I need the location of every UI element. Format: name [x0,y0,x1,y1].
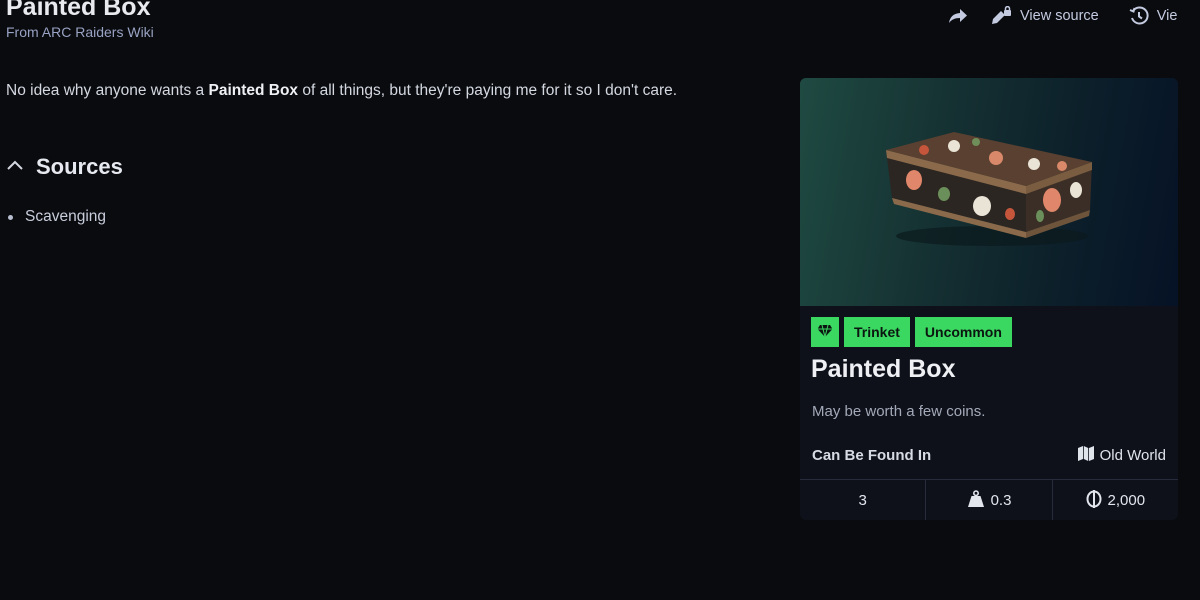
stack-size-stat: 3 [800,480,927,520]
view-source-button[interactable]: View source [990,6,1099,26]
list-item: Scavenging [8,208,106,226]
rarity-gem-tag [811,317,839,347]
found-in-label: Can Be Found In [812,447,932,464]
intro-text-before: No idea why anyone wants a [6,82,209,99]
sources-list: Scavenging [8,208,106,226]
intro-text-bold: Painted Box [208,82,299,99]
history-clock-icon [1129,6,1149,26]
history-button[interactable]: Vie [1129,6,1178,26]
map-book-icon [1077,446,1094,465]
item-infobox: Trinket Uncommon Painted Box May be wort… [800,78,1178,520]
wiki-page: Painted Box From ARC Raiders Wiki View s… [0,0,1200,600]
history-label: Vie [1156,8,1178,24]
stack-size-value: 3 [858,492,867,509]
weight-stat: 0.3 [926,480,1053,520]
infobox-description: May be worth a few coins. [812,403,986,420]
found-in-location: Old World [1099,447,1166,464]
pencil-lock-icon [990,6,1012,26]
intro-text-after: of all things, but they're paying me for… [298,82,678,99]
found-in-row: Can Be Found In Old World [812,446,1166,465]
page-subtitle: From ARC Raiders Wiki [6,24,154,40]
value-stat: 2,000 [1053,480,1178,520]
intro-paragraph: No idea why anyone wants a Painted Box o… [6,82,677,100]
painted-box-image [800,78,1178,306]
value-amount: 2,000 [1107,492,1146,509]
share-button[interactable] [948,8,968,24]
page-toolbar: View source Vie [948,4,1177,28]
rarity-tag: Uncommon [914,317,1012,347]
infobox-title: Painted Box [811,355,956,383]
item-stats: 3 0.3 2,000 [800,479,1178,520]
weight-value: 0.3 [990,492,1012,509]
bullet [8,214,13,220]
view-source-label: View source [1020,8,1099,24]
weight-icon [967,489,985,512]
source-item-label: Scavenging [25,208,107,225]
sources-section-toggle[interactable]: Sources [6,154,123,180]
page-title: Painted Box [6,0,151,21]
gem-icon [817,324,833,341]
coin-icon [1086,489,1102,512]
item-tags: Trinket Uncommon [811,317,1012,347]
share-arrow-icon [948,8,968,24]
sources-heading: Sources [36,154,123,179]
chevron-up-icon [6,158,24,176]
type-tag: Trinket [844,317,910,347]
found-in-value[interactable]: Old World [1077,446,1166,465]
